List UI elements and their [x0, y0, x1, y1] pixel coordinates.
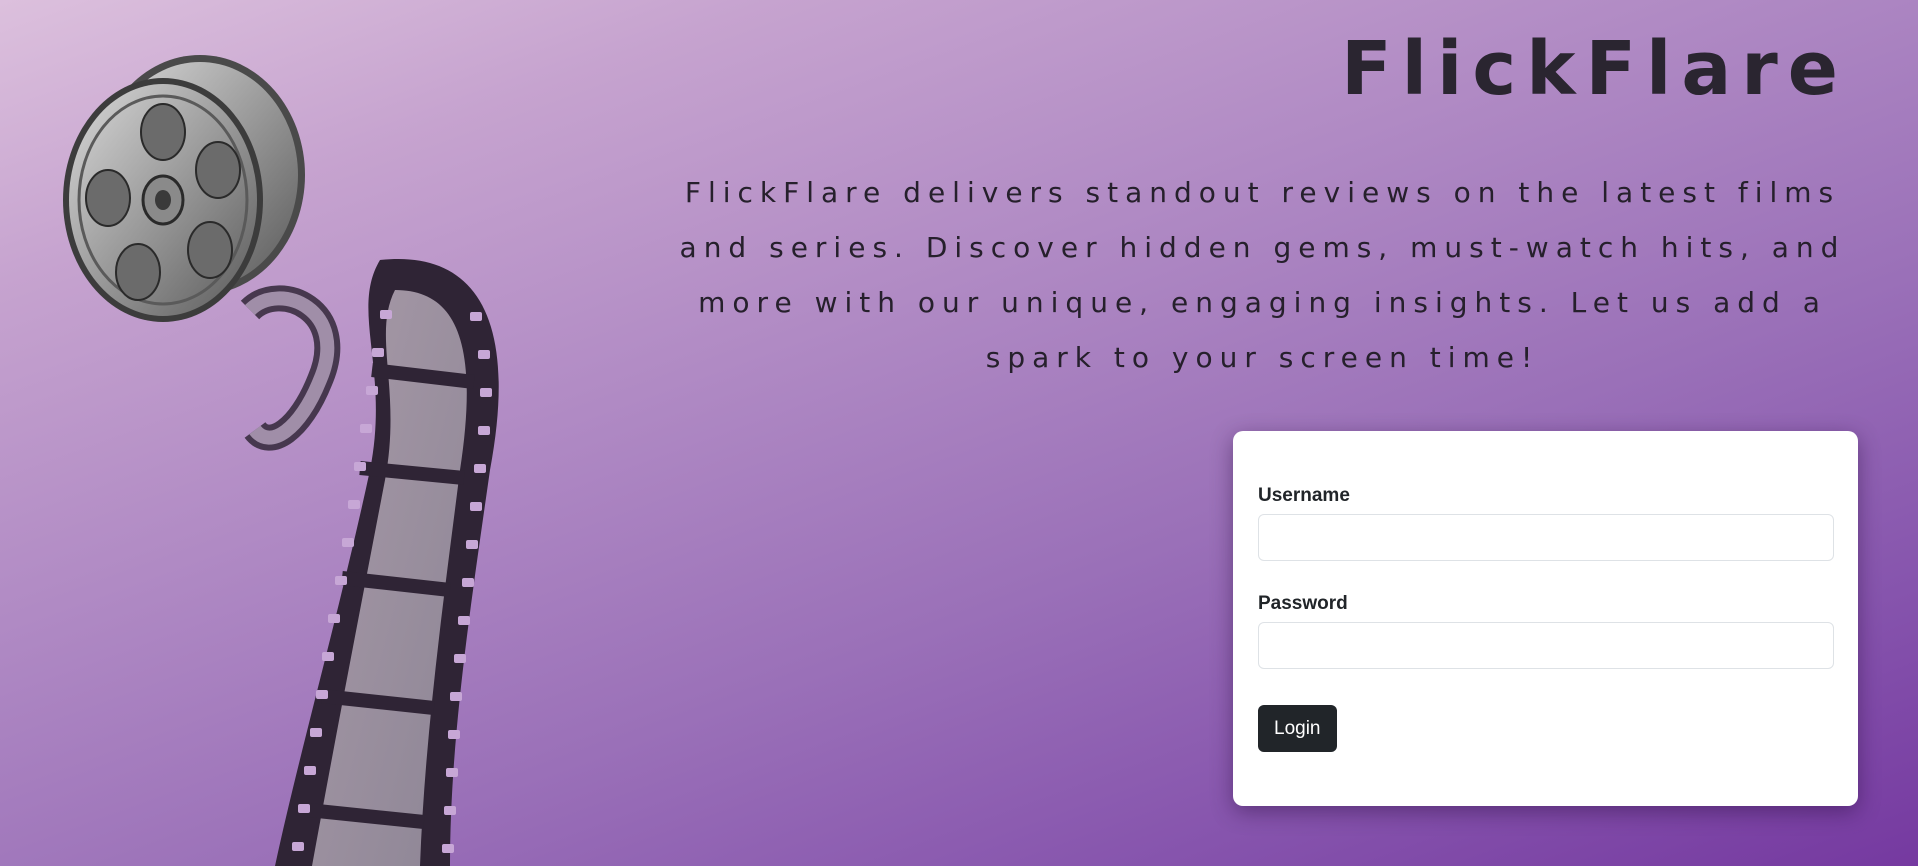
page-title: FlickFlare — [1341, 26, 1848, 112]
username-input[interactable] — [1258, 514, 1834, 561]
username-label: Username — [1258, 485, 1350, 506]
film-reel-icon — [63, 55, 499, 866]
username-group: Username — [1258, 485, 1834, 561]
password-input[interactable] — [1258, 622, 1834, 669]
password-group: Password — [1258, 593, 1834, 669]
tagline: FlickFlare delivers standout reviews on … — [679, 176, 1846, 374]
login-button[interactable]: Login — [1258, 705, 1337, 752]
login-form: Username Password Login — [1233, 431, 1858, 806]
password-label: Password — [1258, 593, 1348, 614]
